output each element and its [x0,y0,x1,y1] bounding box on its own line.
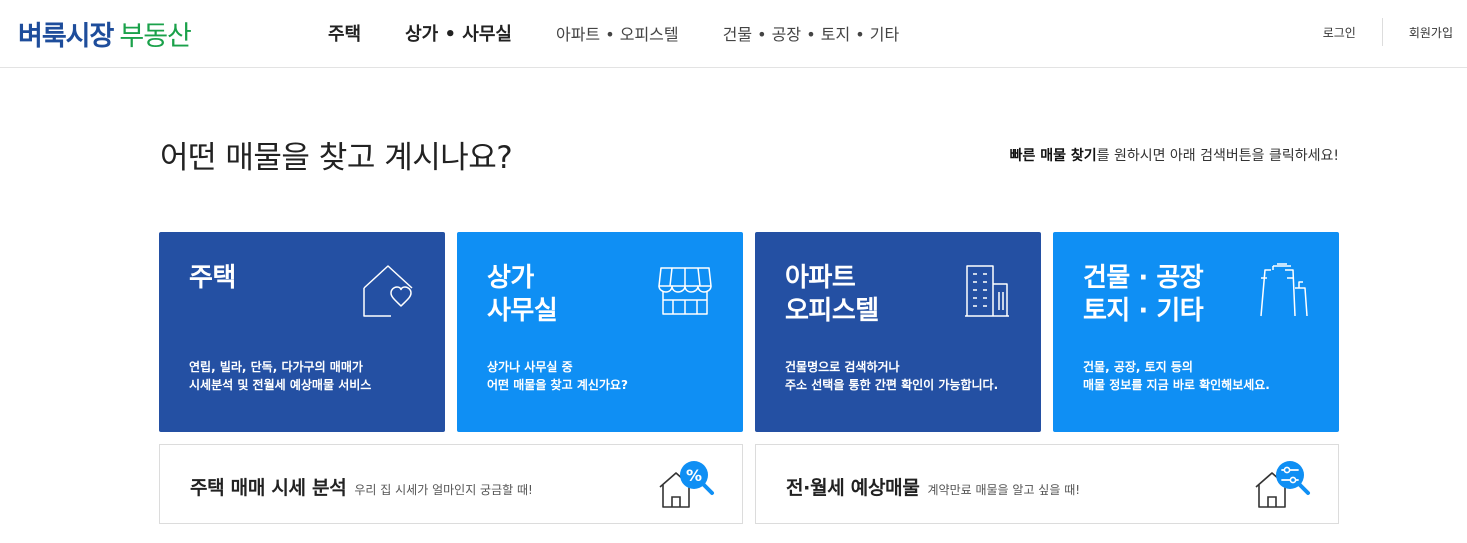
main-nav: 주택 상가 • 사무실 아파트 • 오피스텔 건물 • 공장 • 토지 • 기타 [328,20,943,46]
category-card-commercial[interactable]: 상가 사무실 상가나 사무실 중 어떤 매물을 찾고 계신가요? [457,232,743,432]
logo-primary: 벼룩시장 [18,21,114,52]
nav-item-housing[interactable]: 주택 [328,20,361,46]
box-title: 주택 매매 시세 분석 우리 집 시세가 얼마인지 궁금할 때! [190,473,533,500]
rent-expected-listings-box[interactable]: 전·월세 예상매물 계약만료 매물을 알고 싶을 때! [755,444,1339,524]
search-hint-bold: 빠른 매물 찾기 [1009,148,1097,164]
card-title: 아파트 오피스텔 [785,263,879,326]
logo-secondary: 부동산 [119,21,192,52]
house-percent-search-icon: % [656,457,716,517]
card-title: 건물 · 공장 토지 · 기타 [1083,263,1204,326]
category-card-building-land[interactable]: 건물 · 공장 토지 · 기타 건물, 공장, 토지 등의 매물 정보를 지금 … [1053,232,1339,432]
site-logo[interactable]: 벼룩시장 부동산 [18,14,192,53]
factory-icon [1255,262,1309,322]
card-description: 건물, 공장, 토지 등의 매물 정보를 지금 바로 확인해보세요. [1083,360,1270,392]
signup-link[interactable]: 회원가입 [1409,24,1453,41]
card-title: 주택 [189,263,236,293]
page-headline: 어떤 매물을 찾고 계시나요? [160,140,513,176]
storefront-icon [657,262,713,322]
card-title: 상가 사무실 [487,263,558,326]
category-card-apartment[interactable]: 아파트 오피스텔 건물명으로 검색하거나 주소 선택을 통한 간편 확인이 가능… [755,232,1041,432]
auth-links: 로그인 회원가입 [1323,18,1453,46]
house-filter-search-icon [1252,457,1312,517]
box-title: 전·월세 예상매물 계약만료 매물을 알고 싶을 때! [786,473,1080,500]
house-heart-icon [361,262,415,322]
login-link[interactable]: 로그인 [1323,24,1356,41]
box-title-text: 전·월세 예상매물 [786,477,920,499]
box-title-text: 주택 매매 시세 분석 [190,477,347,499]
box-subtitle: 우리 집 시세가 얼마인지 궁금할 때! [354,483,533,497]
nav-item-apartment-officetel[interactable]: 아파트 • 오피스텔 [556,21,679,45]
apartment-building-icon [963,262,1011,322]
site-header: 벼룩시장 부동산 주택 상가 • 사무실 아파트 • 오피스텔 건물 • 공장 •… [0,0,1467,68]
nav-item-building-factory-land[interactable]: 건물 • 공장 • 토지 • 기타 [723,21,900,45]
card-description: 건물명으로 검색하거나 주소 선택을 통한 간편 확인이 가능합니다. [785,360,999,392]
card-description: 상가나 사무실 중 어떤 매물을 찾고 계신가요? [487,360,628,392]
housing-price-analysis-box[interactable]: 주택 매매 시세 분석 우리 집 시세가 얼마인지 궁금할 때! % [159,444,743,524]
auth-divider [1381,18,1383,46]
category-card-housing[interactable]: 주택 연립, 빌라, 단독, 다가구의 매매가 시세분석 및 전월세 예상매물 … [159,232,445,432]
card-description: 연립, 빌라, 단독, 다가구의 매매가 시세분석 및 전월세 예상매물 서비스 [189,360,372,392]
search-hint-text: 를 원하시면 아래 검색버튼을 클릭하세요! [1096,148,1339,164]
search-hint: 빠른 매물 찾기를 원하시면 아래 검색버튼을 클릭하세요! [1010,145,1339,165]
nav-item-commercial-office[interactable]: 상가 • 사무실 [405,20,512,46]
svg-text:%: % [686,466,702,485]
box-subtitle: 계약만료 매물을 알고 싶을 때! [927,483,1081,497]
